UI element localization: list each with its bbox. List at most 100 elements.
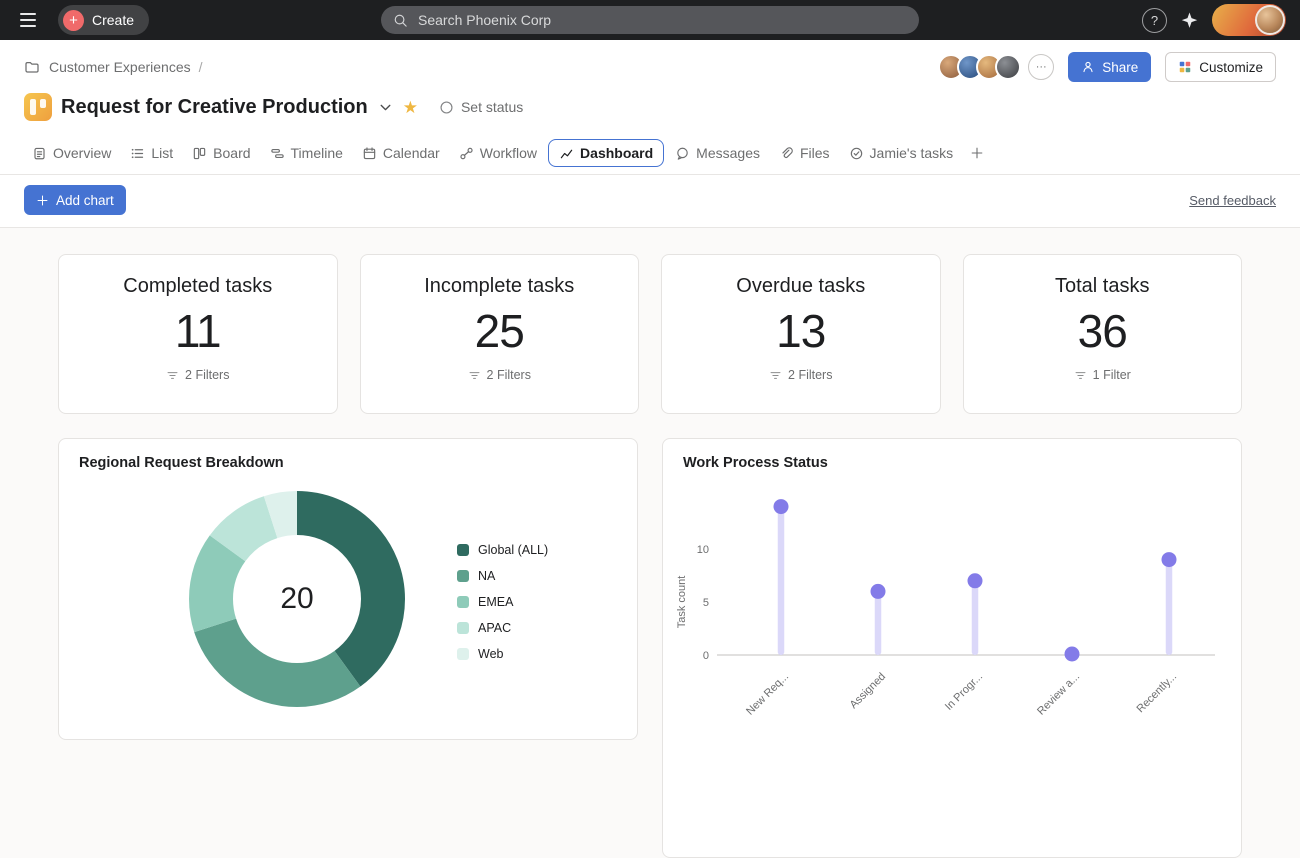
legend-label: Web	[478, 647, 503, 661]
send-feedback-link[interactable]: Send feedback	[1189, 193, 1276, 208]
stat-card-title: Overdue tasks	[662, 275, 940, 298]
stat-card-value: 36	[964, 304, 1242, 358]
status-circle-icon	[439, 100, 454, 115]
share-label: Share	[1102, 60, 1138, 75]
filter-icon	[1074, 369, 1087, 382]
tab-workflow[interactable]: Workflow	[451, 139, 545, 167]
tab-list[interactable]: List	[122, 139, 181, 167]
tab-files[interactable]: Files	[771, 139, 838, 167]
help-button[interactable]: ?	[1142, 8, 1167, 33]
legend-item-web: Web	[457, 641, 548, 667]
filter-count-label: 2 Filters	[788, 368, 832, 382]
tab-label: Calendar	[383, 145, 440, 161]
tab-label: Files	[800, 145, 830, 161]
set-status-button[interactable]: Set status	[439, 99, 523, 115]
search-input[interactable]	[416, 11, 907, 29]
x-tick-label: Assigned	[848, 671, 888, 711]
stat-card-value: 11	[59, 304, 337, 358]
tab-bar: OverviewListBoardTimeline Calendar Workflo…	[24, 132, 1276, 174]
lollipop-stem-new-req	[778, 507, 785, 655]
breadcrumb-link[interactable]: Customer Experiences	[49, 59, 191, 75]
chart-title: Work Process Status	[683, 455, 1221, 471]
tab-label: Workflow	[480, 145, 537, 161]
filter-icon	[166, 369, 179, 382]
workflow-icon	[459, 146, 474, 161]
app-root: + Create ?	[0, 0, 1300, 858]
y-tick-label: 10	[697, 544, 709, 556]
plus-icon	[970, 146, 984, 160]
grid-icon	[1178, 60, 1192, 74]
avatar-overflow-button[interactable]: ···	[1028, 54, 1054, 80]
teammate-avatar-4[interactable]	[995, 54, 1021, 80]
lollipop-stem-in-progr	[972, 581, 979, 655]
tab-label: Dashboard	[580, 145, 653, 161]
tab-timeline[interactable]: Timeline	[262, 139, 351, 167]
sparkle-icon	[1180, 11, 1199, 30]
overview-icon	[32, 146, 47, 161]
customize-button[interactable]: Customize	[1165, 52, 1276, 82]
chart-row: Regional Request Breakdown 20 Global (AL…	[58, 438, 1242, 858]
tab-board[interactable]: Board	[184, 139, 258, 167]
stat-card-filters: 2 Filters	[166, 368, 229, 382]
filter-count-label: 2 Filters	[487, 368, 531, 382]
stat-card-completed-tasks[interactable]: Completed tasks 11 2 Filters	[58, 254, 338, 414]
favorite-star-button[interactable]: ★	[403, 99, 418, 116]
share-button[interactable]: Share	[1068, 52, 1151, 82]
tab-label: Jamie's tasks	[870, 145, 954, 161]
legend-label: EMEA	[478, 595, 513, 609]
add-tab-button[interactable]	[964, 140, 990, 166]
chart-title: Regional Request Breakdown	[79, 455, 617, 471]
calendar-icon	[362, 146, 377, 161]
plus-icon	[36, 194, 49, 207]
tab-overview[interactable]: Overview	[24, 139, 119, 167]
regional-breakdown-chart-card[interactable]: Regional Request Breakdown 20 Global (AL…	[58, 438, 638, 740]
stat-card-total-tasks[interactable]: Total tasks361 Filter	[963, 254, 1243, 414]
stat-card-title: Incomplete tasks	[361, 275, 639, 298]
legend-swatch	[457, 596, 469, 608]
hamburger-menu-button[interactable]	[14, 6, 42, 34]
tab-calendar[interactable]: Calendar	[354, 139, 448, 167]
lollipop-dot-recently	[1162, 552, 1177, 567]
filter-icon	[468, 369, 481, 382]
x-tick-label: Recently...	[1134, 671, 1179, 716]
avatar-stack	[938, 54, 1021, 80]
stat-card-filters: 1 Filter	[1074, 368, 1131, 382]
lollipop-stem-assigned	[875, 591, 882, 655]
messages-icon	[675, 146, 690, 161]
title-menu-button[interactable]	[377, 99, 394, 116]
filter-count-label: 2 Filters	[185, 368, 229, 382]
lollipop-chart-svg: 0510Task countNew Req...AssignedIn Progr…	[663, 479, 1241, 858]
list-icon	[130, 146, 145, 161]
account-avatar-button[interactable]	[1212, 4, 1286, 36]
tab-messages[interactable]: Messages	[667, 139, 768, 167]
tab-dashboard[interactable]: Dashboard	[548, 139, 664, 167]
tab-jamie-s-tasks[interactable]: Jamie's tasks	[841, 139, 962, 167]
topbar: + Create ?	[0, 0, 1300, 40]
tasks-icon	[849, 146, 864, 161]
legend-label: Global (ALL)	[478, 543, 548, 557]
add-chart-button[interactable]: Add chart	[24, 185, 126, 215]
stat-card-value: 25	[361, 304, 639, 358]
legend-item-emea: EMEA	[457, 589, 548, 615]
x-tick-label: Review a...	[1035, 671, 1082, 718]
stat-card-overdue-tasks[interactable]: Overdue tasks 13 2 Filters	[661, 254, 941, 414]
breadcrumb: Customer Experiences / ··· Share Customi…	[24, 54, 1276, 80]
stat-card-incomplete-tasks[interactable]: Incomplete tasks 25 2 Filters	[360, 254, 640, 414]
search-bar	[381, 6, 919, 34]
stat-card-filters: 2 Filters	[468, 368, 531, 382]
lollipop-dot-review-a	[1065, 647, 1080, 662]
ai-sparkle-button[interactable]	[1180, 11, 1199, 30]
stat-card-value: 13	[662, 304, 940, 358]
create-button[interactable]: + Create	[58, 5, 149, 35]
stat-card-title: Completed tasks	[59, 275, 337, 298]
dashboard-content: Completed tasks112 FiltersIncomplete tas…	[0, 228, 1300, 858]
topbar-right: ?	[1142, 4, 1286, 36]
y-axis-label: Task count	[676, 576, 688, 629]
legend-item-global-all: Global (ALL)	[457, 537, 548, 563]
page-title: Request for Creative Production	[61, 96, 368, 119]
star-icon: ★	[403, 98, 418, 117]
legend-label: NA	[478, 569, 495, 583]
x-tick-label: In Progr...	[943, 671, 985, 713]
work-process-status-chart-card[interactable]: Work Process Status 0510Task countNew Re…	[662, 438, 1242, 858]
donut-chart: 20	[187, 489, 407, 709]
